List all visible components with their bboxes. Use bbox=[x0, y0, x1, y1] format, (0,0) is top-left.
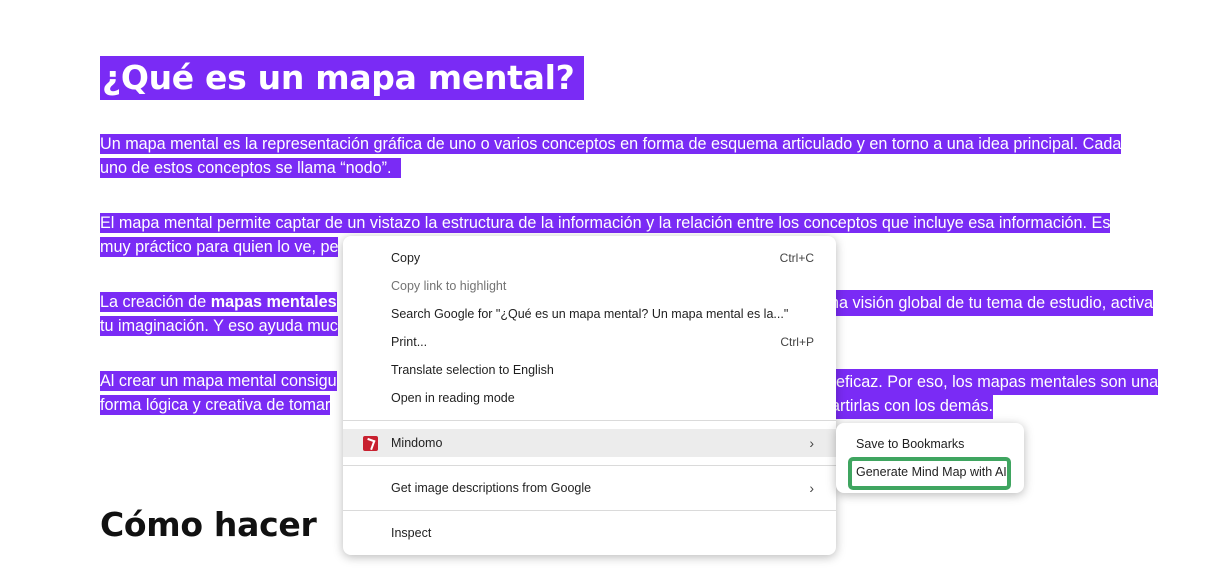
mindomo-icon bbox=[363, 436, 378, 451]
menu-separator bbox=[343, 465, 836, 466]
highlight-box bbox=[848, 457, 1011, 490]
menu-separator bbox=[343, 420, 836, 421]
menu-item-search-google[interactable]: Search Google for "¿Qué es un mapa menta… bbox=[343, 300, 836, 328]
menu-item-image-descriptions[interactable]: Get image descriptions from Google › bbox=[343, 474, 836, 502]
menu-item-print[interactable]: Print... Ctrl+P bbox=[343, 328, 836, 356]
section-heading: Cómo hacer bbox=[100, 505, 317, 544]
menu-item-copy-link-to-highlight[interactable]: Copy link to highlight bbox=[343, 272, 836, 300]
menu-separator bbox=[343, 510, 836, 511]
chevron-right-icon: › bbox=[809, 435, 814, 451]
chevron-right-icon: › bbox=[809, 480, 814, 496]
menu-item-translate[interactable]: Translate selection to English bbox=[343, 356, 836, 384]
context-menu: Copy Ctrl+C Copy link to highlight Searc… bbox=[343, 236, 836, 555]
paragraph-1: Un mapa mental es la representación gráf… bbox=[100, 134, 1122, 178]
menu-item-inspect[interactable]: Inspect bbox=[343, 519, 836, 547]
submenu-item-save-bookmarks[interactable]: Save to Bookmarks bbox=[836, 430, 1024, 458]
menu-item-mindomo[interactable]: Mindomo › bbox=[343, 429, 836, 457]
page-title: ¿Qué es un mapa mental? bbox=[100, 56, 585, 100]
menu-item-copy[interactable]: Copy Ctrl+C bbox=[343, 244, 836, 272]
menu-item-reading-mode[interactable]: Open in reading mode bbox=[343, 384, 836, 412]
bold-link[interactable]: mapas mentales bbox=[211, 293, 337, 311]
